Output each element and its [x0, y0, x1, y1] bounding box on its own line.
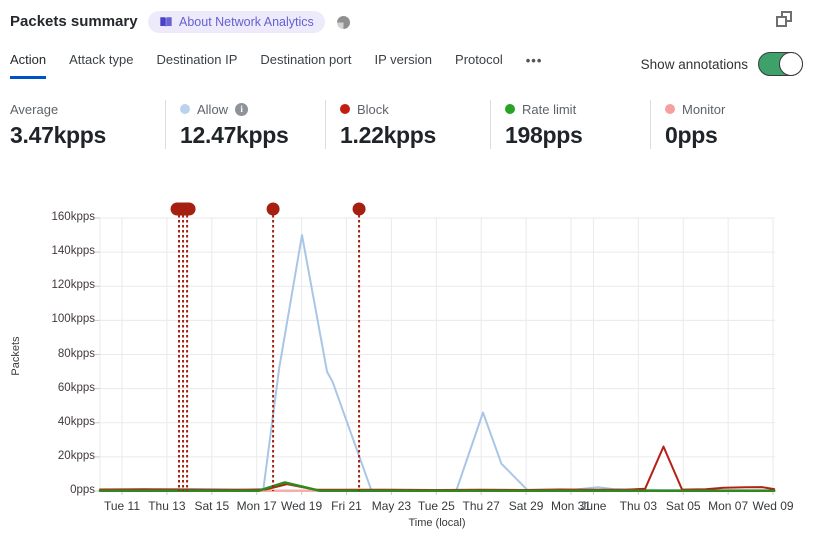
tab-protocol[interactable]: Protocol: [455, 52, 503, 76]
y-tick-label: 0pps: [70, 484, 95, 496]
tabs-row: Action Attack type Destination IP Destinati…: [10, 52, 542, 79]
x-tick-label: Wed 09: [752, 499, 794, 513]
stat-allow: Allow i 12.47kpps: [165, 100, 325, 149]
tab-ip-version[interactable]: IP version: [374, 52, 432, 76]
show-annotations-label: Show annotations: [640, 56, 748, 72]
about-network-analytics-badge[interactable]: About Network Analytics: [148, 11, 325, 33]
copy-icon-front-square: [776, 16, 787, 27]
stat-average: Average 3.47kpps: [10, 100, 165, 149]
y-tick-label: 140kpps: [51, 245, 95, 258]
y-tick-label: 100kpps: [51, 313, 95, 326]
series-allow-line: [99, 234, 776, 492]
stat-label: Block: [357, 101, 389, 117]
stat-value: 1.22kpps: [340, 122, 437, 148]
stat-value: 0pps: [665, 122, 718, 148]
stat-value: 3.47kpps: [10, 122, 107, 148]
stats-row: Average 3.47kpps Allow i 12.47kpps Block 1.22k…: [10, 100, 799, 149]
page-title: Packets summary: [10, 13, 138, 30]
annotation-marker-dot[interactable]: [266, 202, 280, 216]
y-tick-label: 20kpps: [57, 449, 95, 462]
copy-icon[interactable]: [776, 11, 792, 27]
rate-limit-legend-dot: [505, 104, 515, 114]
plot-area: [95, 202, 776, 495]
packets-chart: Packets Time (local) ✕ .0/24 has been ad…: [0, 190, 816, 545]
tabs-more-icon[interactable]: •••: [526, 52, 543, 68]
badge-label: About Network Analytics: [179, 15, 314, 29]
info-icon[interactable]: i: [235, 102, 249, 116]
pie-icon: [337, 16, 350, 29]
annotation-marker-dot[interactable]: [352, 202, 366, 216]
y-tick-label: 120kpps: [51, 279, 95, 292]
show-annotations-toggle[interactable]: [758, 51, 803, 76]
monitor-legend-dot: [665, 104, 675, 114]
toggle-knob: [779, 51, 803, 76]
series-block-line: [99, 445, 776, 491]
stat-value: 12.47kpps: [180, 122, 289, 148]
annotation-marker-pill[interactable]: [170, 202, 196, 216]
tab-attack-type[interactable]: Attack type: [69, 52, 133, 76]
y-tick-label: 80kpps: [57, 347, 95, 360]
tab-destination-port[interactable]: Destination port: [260, 52, 351, 76]
block-legend-dot: [340, 104, 350, 114]
annotations-control: Show annotations: [640, 51, 803, 76]
y-axis-title: Packets: [10, 336, 22, 376]
y-tick-label: 40kpps: [57, 415, 95, 428]
stat-label: Monitor: [682, 101, 726, 117]
stat-monitor: Monitor 0pps: [650, 100, 799, 149]
book-icon: [160, 17, 172, 27]
stat-label: Rate limit: [522, 101, 577, 117]
chart-svg: [95, 202, 776, 495]
stat-value: 198pps: [505, 122, 583, 148]
allow-legend-dot: [180, 104, 190, 114]
y-tick-label: 160kpps: [51, 211, 95, 223]
stat-rate-limit: Rate limit 198pps: [490, 100, 650, 149]
network-analytics-panel: Packets summary About Network Analytics …: [0, 0, 816, 545]
stat-label: Allow: [197, 101, 229, 117]
tab-destination-ip[interactable]: Destination IP: [156, 52, 237, 76]
tab-action[interactable]: Action: [10, 52, 47, 79]
x-axis-title: Time (local): [408, 517, 466, 529]
stat-block: Block 1.22kpps: [325, 100, 490, 149]
y-tick-label: 60kpps: [57, 381, 95, 394]
stat-label: Average: [10, 101, 59, 117]
series-rate-limit-line: [98, 481, 776, 492]
